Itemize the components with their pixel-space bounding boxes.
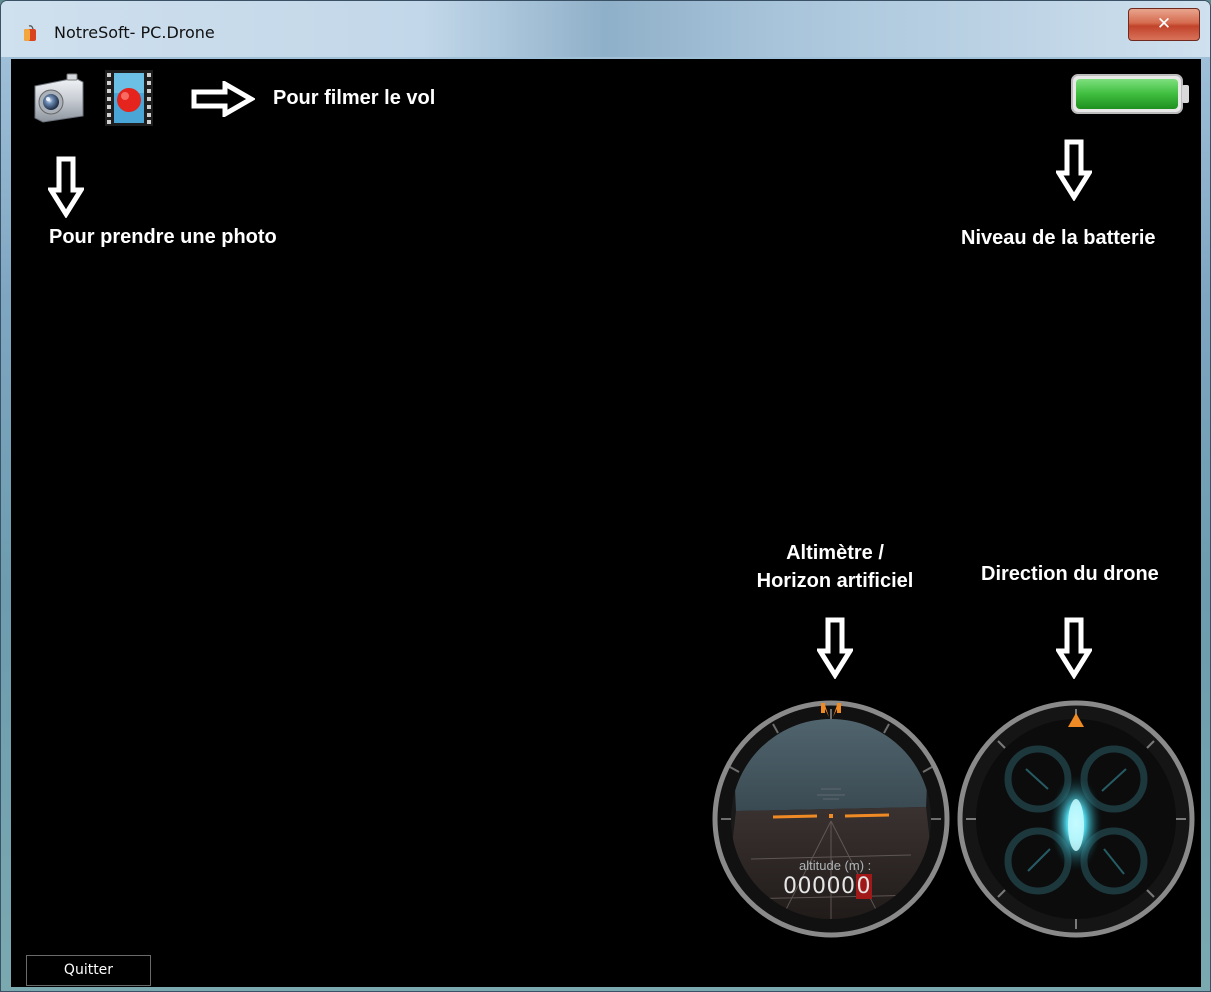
arrow-down-icon bbox=[48, 156, 84, 218]
record-film-icon[interactable] bbox=[105, 70, 153, 126]
battery-icon bbox=[1071, 74, 1189, 114]
arrow-down-icon bbox=[1056, 617, 1092, 679]
video-canvas: Pour filmer le vol Pour prendre une phot… bbox=[11, 59, 1201, 987]
app-window: NotreSoft- PC.Drone ✕ Pour filmer le vol… bbox=[0, 0, 1211, 992]
altitude-digits: 00000 bbox=[783, 874, 856, 899]
quit-button[interactable]: Quitter bbox=[26, 955, 151, 986]
altitude-last-digit: 0 bbox=[855, 874, 872, 899]
battery-label: Niveau de la batterie bbox=[961, 227, 1156, 249]
altimeter-label-line2: Horizon artificiel bbox=[756, 570, 914, 592]
drone-direction-gauge bbox=[957, 700, 1195, 938]
close-icon: ✕ bbox=[1156, 14, 1172, 34]
photo-label: Pour prendre une photo bbox=[49, 226, 277, 248]
arrow-right-icon bbox=[191, 81, 255, 117]
altimeter-label-line1: Altimètre / bbox=[786, 542, 884, 564]
title-bar[interactable]: NotreSoft- PC.Drone ✕ bbox=[1, 1, 1210, 57]
window-title: NotreSoft- PC.Drone bbox=[54, 23, 215, 42]
direction-label: Direction du drone bbox=[981, 563, 1159, 585]
altitude-value: 000000 bbox=[783, 874, 872, 899]
close-button[interactable]: ✕ bbox=[1128, 8, 1200, 41]
altitude-label: altitude (m) : bbox=[799, 858, 872, 873]
camera-icon[interactable] bbox=[31, 72, 87, 124]
app-icon bbox=[24, 25, 36, 41]
artificial-horizon-gauge bbox=[712, 700, 950, 938]
arrow-down-icon bbox=[1056, 139, 1092, 201]
altimeter-label: Altimètre / Horizon artificiel bbox=[735, 539, 935, 595]
arrow-down-icon bbox=[817, 617, 853, 679]
film-label: Pour filmer le vol bbox=[273, 87, 436, 109]
